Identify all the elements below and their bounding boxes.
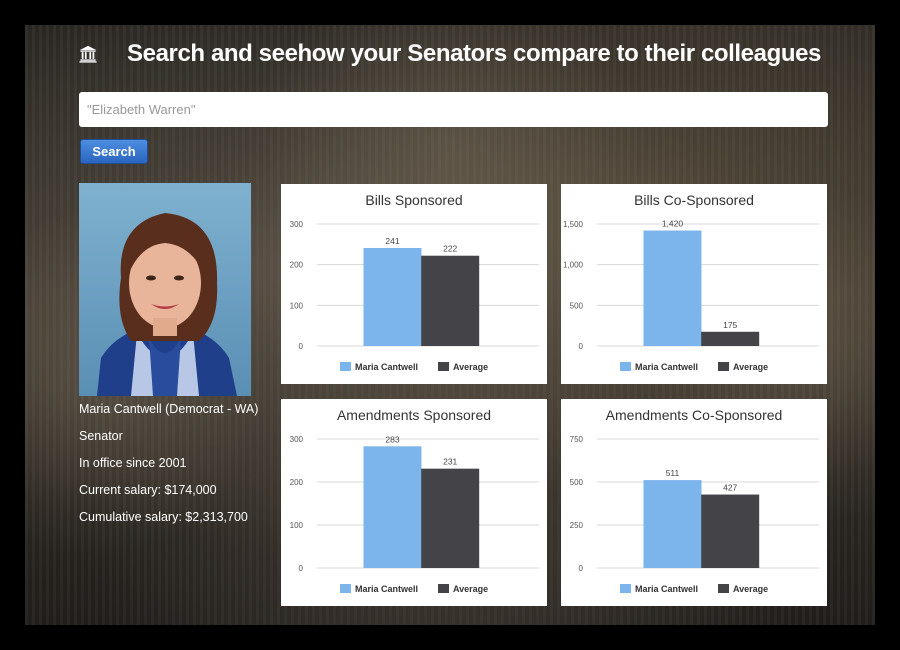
y-tick-label: 300: [290, 220, 304, 229]
search-button[interactable]: Search: [80, 139, 148, 164]
y-tick-label: 250: [570, 521, 584, 530]
data-label: 511: [666, 468, 680, 478]
y-tick-label: 200: [290, 478, 304, 487]
legend-swatch-average: [718, 362, 729, 371]
page-header: Search and seehow your Senators compare …: [79, 29, 821, 79]
chart-bills-sponsored: Bills Sponsored 0 100 200 300 241 222 Maria Can…: [290, 192, 539, 372]
bar-senator: [643, 480, 702, 568]
bar-senator: [363, 247, 422, 346]
legend-label-average: Average: [453, 362, 488, 372]
chart-card-amendments-co-sponsored: Amendments Co-Sponsored 0 250 500 750 511 427 M…: [561, 399, 827, 606]
search-input[interactable]: [79, 92, 828, 127]
y-tick-label: 0: [299, 564, 304, 573]
senator-in-office: In office since 2001: [79, 456, 187, 470]
chart-amendments-co-sponsored: Amendments Co-Sponsored 0 250 500 750 511 427 M…: [570, 407, 819, 594]
legend-label-average: Average: [453, 584, 488, 594]
data-label: 1,420: [662, 219, 684, 229]
chart-title: Amendments Sponsored: [337, 407, 491, 423]
chart-title: Bills Sponsored: [365, 192, 462, 208]
senator-name: Maria Cantwell (Democrat - WA): [79, 402, 259, 416]
y-tick-label: 1,000: [563, 261, 584, 270]
data-label: 427: [723, 483, 737, 493]
y-tick-label: 100: [290, 521, 304, 530]
data-label: 222: [443, 244, 457, 254]
legend-swatch-senator: [620, 584, 631, 593]
chart-card-bills-sponsored: Bills Sponsored 0 100 200 300 241 222 Maria Can…: [281, 184, 547, 384]
y-tick-label: 1,500: [563, 220, 584, 229]
y-tick-label: 0: [299, 342, 304, 351]
senator-position: Senator: [79, 429, 123, 443]
bar-average: [421, 468, 480, 568]
y-tick-label: 750: [570, 435, 584, 444]
legend-label-senator: Maria Cantwell: [355, 362, 418, 372]
legend-swatch-average: [718, 584, 729, 593]
data-label: 175: [723, 320, 737, 330]
y-tick-label: 500: [570, 301, 584, 310]
legend-swatch-senator: [340, 362, 351, 371]
legend-swatch-senator: [340, 584, 351, 593]
y-tick-label: 200: [290, 261, 304, 270]
senator-portrait: [79, 183, 251, 396]
legend-label-average: Average: [733, 362, 768, 372]
y-tick-label: 0: [579, 564, 584, 573]
senator-current-salary: Current salary: $174,000: [79, 483, 217, 497]
legend-label-senator: Maria Cantwell: [355, 584, 418, 594]
y-tick-label: 0: [579, 342, 584, 351]
legend-swatch-average: [438, 362, 449, 371]
senator-info: Maria Cantwell (Democrat - WA) Senator I…: [79, 401, 258, 536]
app-stage: Search and seehow your Senators compare …: [25, 25, 875, 625]
legend-label-senator: Maria Cantwell: [635, 584, 698, 594]
chart-bills-co-sponsored: Bills Co-Sponsored 0 500 1,000 1,500 1,420 175…: [563, 192, 819, 372]
bar-senator: [643, 230, 702, 346]
data-label: 283: [385, 434, 399, 444]
senator-cumulative-salary: Cumulative salary: $2,313,700: [79, 510, 248, 524]
capitol-building-icon: [79, 45, 97, 63]
legend-swatch-senator: [620, 362, 631, 371]
chart-card-amendments-sponsored: Amendments Sponsored 0 100 200 300 283 231 Mari…: [281, 399, 547, 606]
bar-average: [701, 494, 760, 568]
chart-amendments-sponsored: Amendments Sponsored 0 100 200 300 283 231 Mari…: [290, 407, 539, 594]
bar-average: [701, 331, 760, 346]
y-tick-label: 500: [570, 478, 584, 487]
bar-senator: [363, 446, 422, 568]
bar-average: [421, 255, 480, 346]
legend-swatch-average: [438, 584, 449, 593]
legend-label-average: Average: [733, 584, 768, 594]
y-tick-label: 100: [290, 301, 304, 310]
y-tick-label: 300: [290, 435, 304, 444]
legend-label-senator: Maria Cantwell: [635, 362, 698, 372]
chart-card-bills-co-sponsored: Bills Co-Sponsored 0 500 1,000 1,500 1,420 175…: [561, 184, 827, 384]
data-label: 241: [385, 236, 399, 246]
chart-title: Amendments Co-Sponsored: [606, 407, 783, 423]
page-title: Search and seehow your Senators compare …: [127, 40, 821, 67]
chart-title: Bills Co-Sponsored: [634, 192, 754, 208]
data-label: 231: [443, 457, 457, 467]
